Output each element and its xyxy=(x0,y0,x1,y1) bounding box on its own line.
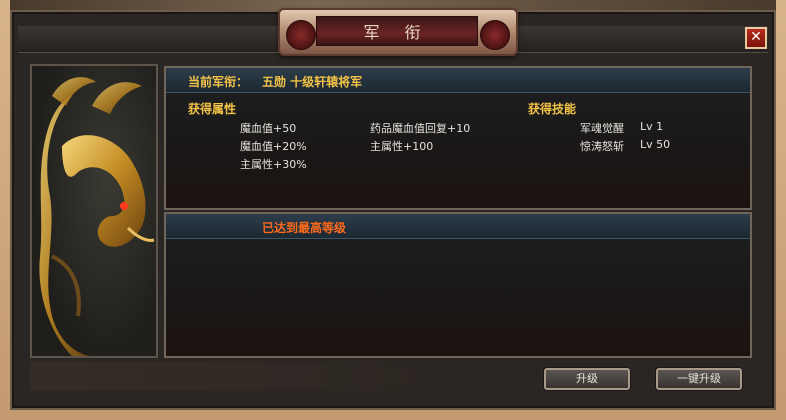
attributes-heading: 获得属性 xyxy=(188,102,237,116)
upgrade-button[interactable]: 升级 xyxy=(544,368,630,390)
skill-level: Lv 50 xyxy=(640,138,671,151)
panel-header xyxy=(166,68,750,93)
title-plate: 军 衔 xyxy=(278,8,518,56)
title-banner: 军 衔 xyxy=(316,16,478,46)
panel-header xyxy=(166,214,750,239)
skills-heading: 获得技能 xyxy=(528,102,577,116)
dragon-icon xyxy=(39,77,155,356)
upgrade-panel: 已达到最高等级 xyxy=(164,212,752,358)
window-title: 军 衔 xyxy=(363,23,431,42)
window-frame: 军 衔 ✕ 当前军衔： 五勋 十级轩辕将军 获得属性 魔血值+50 魔血值+20… xyxy=(0,0,786,420)
upgrade-all-button[interactable]: 一键升级 xyxy=(656,368,742,390)
bottom-decoration xyxy=(30,362,534,390)
ornament-icon xyxy=(286,20,316,50)
skill-name: 军魂觉醒 xyxy=(580,122,624,135)
attribute-item: 药品魔血值回复+10 xyxy=(370,122,471,135)
rank-value: 五勋 十级轩辕将军 xyxy=(262,75,363,89)
max-level-message: 已达到最高等级 xyxy=(262,221,347,235)
close-button[interactable]: ✕ xyxy=(745,27,767,49)
attribute-item: 主属性+100 xyxy=(370,140,434,153)
rank-label: 当前军衔： xyxy=(188,75,249,89)
skill-name: 惊涛怒斩 xyxy=(580,140,624,153)
attribute-item: 主属性+30% xyxy=(240,158,307,171)
skill-level: Lv 1 xyxy=(640,120,664,133)
attribute-item: 魔血值+20% xyxy=(240,140,307,153)
rank-info-panel: 当前军衔： 五勋 十级轩辕将军 获得属性 魔血值+50 魔血值+20% 主属性+… xyxy=(164,66,752,210)
dragon-portrait xyxy=(30,64,158,358)
attribute-item: 魔血值+50 xyxy=(240,122,297,135)
ornament-icon xyxy=(480,20,510,50)
